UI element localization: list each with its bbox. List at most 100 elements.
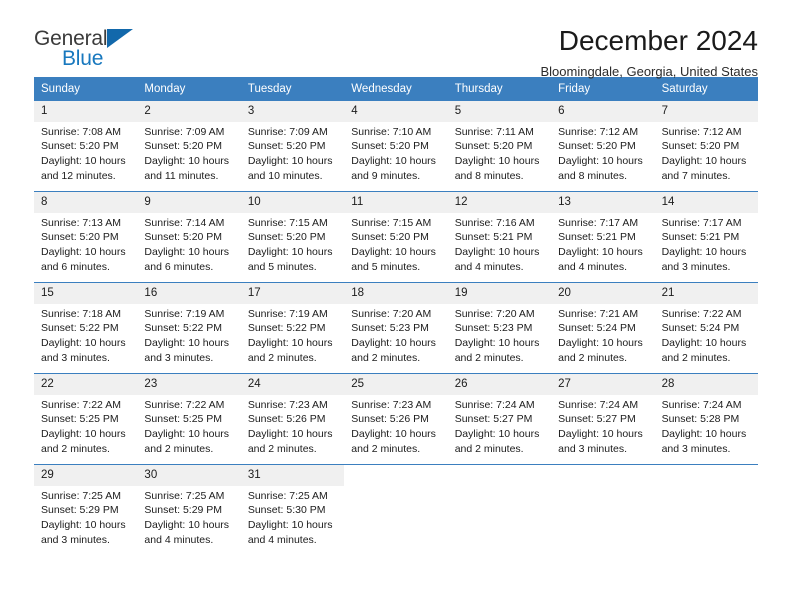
day-cell[interactable]: 26 Sunrise: 7:24 AM Sunset: 5:27 PM Dayligh… <box>447 374 552 464</box>
day-cell[interactable]: 15 Sunrise: 7:18 AM Sunset: 5:22 PM Dayligh… <box>34 283 138 373</box>
day-cell[interactable]: 19 Sunrise: 7:20 AM Sunset: 5:23 PM Dayligh… <box>447 283 552 373</box>
daylight-text: Daylight: 10 hours and 4 minutes. <box>558 245 643 273</box>
day-cell[interactable]: 27 Sunrise: 7:24 AM Sunset: 5:27 PM Dayligh… <box>551 374 655 464</box>
day-info: Sunrise: 7:10 AM Sunset: 5:20 PM Daylight:… <box>344 122 447 183</box>
title-block: December 2024 Bloomingdale, Georgia, Uni… <box>540 25 758 79</box>
day-info: Sunrise: 7:22 AM Sunset: 5:25 PM Daylight:… <box>34 395 137 456</box>
daylight-text: Daylight: 10 hours and 3 minutes. <box>558 427 643 455</box>
daylight-text: Daylight: 10 hours and 8 minutes. <box>454 154 540 182</box>
day-number: 31 <box>240 465 345 486</box>
day-cell[interactable]: 25 Sunrise: 7:23 AM Sunset: 5:26 PM Dayligh… <box>344 374 448 464</box>
sunset-text: Sunset: 5:24 PM <box>558 322 636 335</box>
daylight-text: Daylight: 10 hours and 3 minutes. <box>41 336 126 364</box>
day-cell[interactable]: 11 Sunrise: 7:15 AM Sunset: 5:20 PM Dayligh… <box>344 192 448 282</box>
day-number: 15 <box>34 283 138 304</box>
day-number: 24 <box>240 374 345 395</box>
day-cell[interactable]: 24 Sunrise: 7:23 AM Sunset: 5:26 PM Dayligh… <box>240 374 345 464</box>
day-info: Sunrise: 7:21 AM Sunset: 5:24 PM Daylight:… <box>551 304 654 365</box>
day-info: Sunrise: 7:08 AM Sunset: 5:20 PM Daylight:… <box>34 122 137 183</box>
day-cell[interactable]: 17 Sunrise: 7:19 AM Sunset: 5:22 PM Dayligh… <box>240 283 345 373</box>
day-cell[interactable]: 4 Sunrise: 7:10 AM Sunset: 5:20 PM Daylight… <box>344 101 448 191</box>
daylight-text: Daylight: 10 hours and 2 minutes. <box>247 336 333 364</box>
sunset-text: Sunset: 5:26 PM <box>247 413 326 426</box>
weekday-header-thursday: Thursday <box>454 83 503 95</box>
sunset-text: Sunset: 5:20 PM <box>247 231 326 244</box>
day-number: 16 <box>137 283 241 304</box>
calendar-page: General Blue December 2024 Bloomingdale,… <box>0 0 792 612</box>
sunset-text: Sunset: 5:22 PM <box>144 322 223 335</box>
calendar-body: 1 Sunrise: 7:08 AM Sunset: 5:20 PM Daylight… <box>34 101 758 555</box>
day-cell[interactable]: 7 Sunrise: 7:12 AM Sunset: 5:20 PM Daylight… <box>654 101 758 191</box>
daylight-text: Daylight: 10 hours and 3 minutes. <box>41 518 126 546</box>
day-info: Sunrise: 7:14 AM Sunset: 5:20 PM Daylight:… <box>137 213 240 274</box>
day-cell[interactable]: 3 Sunrise: 7:09 AM Sunset: 5:20 PM Daylight… <box>240 101 345 191</box>
daylight-text: Daylight: 10 hours and 7 minutes. <box>661 154 747 182</box>
day-cell[interactable]: 31 Sunrise: 7:25 AM Sunset: 5:30 PM Dayligh… <box>240 465 345 555</box>
day-cell[interactable]: 29 Sunrise: 7:25 AM Sunset: 5:29 PM Dayligh… <box>34 465 138 555</box>
day-cell[interactable]: 22 Sunrise: 7:22 AM Sunset: 5:25 PM Dayligh… <box>34 374 138 464</box>
sunrise-text: Sunrise: 7:25 AM <box>41 489 121 502</box>
day-cell-empty <box>655 465 758 555</box>
day-number: 7 <box>654 101 758 122</box>
sunrise-text: Sunrise: 7:24 AM <box>454 398 535 411</box>
general-blue-logo[interactable]: General Blue <box>34 26 144 72</box>
daylight-text: Daylight: 10 hours and 2 minutes. <box>247 427 333 455</box>
day-info: Sunrise: 7:16 AM Sunset: 5:21 PM Daylight:… <box>448 213 551 274</box>
day-cell[interactable]: 30 Sunrise: 7:25 AM Sunset: 5:29 PM Dayligh… <box>137 465 241 555</box>
day-cell[interactable]: 14 Sunrise: 7:17 AM Sunset: 5:21 PM Dayligh… <box>654 192 758 282</box>
daylight-text: Daylight: 10 hours and 2 minutes. <box>661 336 747 364</box>
weekday-header-wednesday: Wednesday <box>351 83 412 95</box>
day-cell[interactable]: 23 Sunrise: 7:22 AM Sunset: 5:25 PM Dayligh… <box>137 374 241 464</box>
day-cell[interactable]: 18 Sunrise: 7:20 AM Sunset: 5:23 PM Dayligh… <box>344 283 448 373</box>
day-cell[interactable]: 5 Sunrise: 7:11 AM Sunset: 5:20 PM Daylight… <box>447 101 552 191</box>
day-cell[interactable]: 6 Sunrise: 7:12 AM Sunset: 5:20 PM Daylight… <box>551 101 655 191</box>
day-info: Sunrise: 7:09 AM Sunset: 5:20 PM Daylight:… <box>241 122 344 183</box>
day-cell[interactable]: 16 Sunrise: 7:19 AM Sunset: 5:22 PM Dayligh… <box>137 283 241 373</box>
day-info: Sunrise: 7:09 AM Sunset: 5:20 PM Daylight:… <box>137 122 240 183</box>
logo-text-general: General <box>34 27 108 50</box>
sunrise-text: Sunrise: 7:16 AM <box>454 216 535 229</box>
sunset-text: Sunset: 5:27 PM <box>558 413 636 426</box>
day-cell[interactable]: 8 Sunrise: 7:13 AM Sunset: 5:20 PM Daylight… <box>34 192 138 282</box>
day-info: Sunrise: 7:25 AM Sunset: 5:30 PM Daylight:… <box>241 486 344 547</box>
sunset-text: Sunset: 5:21 PM <box>454 231 533 244</box>
day-cell[interactable]: 2 Sunrise: 7:09 AM Sunset: 5:20 PM Daylight… <box>137 101 241 191</box>
sunrise-text: Sunrise: 7:15 AM <box>247 216 328 229</box>
day-cell[interactable]: 21 Sunrise: 7:22 AM Sunset: 5:24 PM Dayligh… <box>654 283 758 373</box>
day-info: Sunrise: 7:13 AM Sunset: 5:20 PM Daylight:… <box>34 213 137 274</box>
weekday-header-tuesday: Tuesday <box>247 83 292 95</box>
daylight-text: Daylight: 10 hours and 12 minutes. <box>41 154 126 182</box>
day-cell[interactable]: 13 Sunrise: 7:17 AM Sunset: 5:21 PM Dayligh… <box>551 192 655 282</box>
page-header: General Blue December 2024 Bloomingdale,… <box>34 0 758 79</box>
day-info: Sunrise: 7:23 AM Sunset: 5:26 PM Daylight:… <box>241 395 344 456</box>
sunset-text: Sunset: 5:20 PM <box>661 140 740 153</box>
day-info: Sunrise: 7:19 AM Sunset: 5:22 PM Daylight:… <box>241 304 344 365</box>
day-cell[interactable]: 9 Sunrise: 7:14 AM Sunset: 5:20 PM Daylight… <box>137 192 241 282</box>
day-cell-empty <box>448 465 551 555</box>
day-info: Sunrise: 7:25 AM Sunset: 5:29 PM Daylight:… <box>34 486 137 547</box>
sunrise-text: Sunrise: 7:17 AM <box>661 216 742 229</box>
day-number: 5 <box>447 101 552 122</box>
daylight-text: Daylight: 10 hours and 3 minutes. <box>144 336 230 364</box>
sunset-text: Sunset: 5:20 PM <box>144 231 223 244</box>
sunset-text: Sunset: 5:22 PM <box>247 322 326 335</box>
day-cell[interactable]: 10 Sunrise: 7:15 AM Sunset: 5:20 PM Dayligh… <box>240 192 345 282</box>
day-cell[interactable]: 20 Sunrise: 7:21 AM Sunset: 5:24 PM Dayligh… <box>551 283 655 373</box>
daylight-text: Daylight: 10 hours and 6 minutes. <box>41 245 126 273</box>
sunrise-text: Sunrise: 7:12 AM <box>661 125 742 138</box>
sunset-text: Sunset: 5:20 PM <box>351 231 429 244</box>
day-info: Sunrise: 7:12 AM Sunset: 5:20 PM Daylight:… <box>551 122 654 183</box>
daylight-text: Daylight: 10 hours and 2 minutes. <box>41 427 126 455</box>
day-info: Sunrise: 7:15 AM Sunset: 5:20 PM Daylight:… <box>344 213 447 274</box>
sunrise-text: Sunrise: 7:19 AM <box>247 307 328 320</box>
weekday-header-monday: Monday <box>144 83 186 95</box>
day-cell[interactable]: 12 Sunrise: 7:16 AM Sunset: 5:21 PM Dayligh… <box>447 192 552 282</box>
sunrise-text: Sunrise: 7:11 AM <box>454 125 534 138</box>
day-cell[interactable]: 28 Sunrise: 7:24 AM Sunset: 5:28 PM Dayligh… <box>654 374 758 464</box>
calendar-grid: Sunday Monday Tuesday Wednesday Thursday Frid… <box>34 77 758 555</box>
week-row: 1 Sunrise: 7:08 AM Sunset: 5:20 PM Daylight… <box>34 101 758 191</box>
sunset-text: Sunset: 5:22 PM <box>41 322 119 335</box>
day-cell[interactable]: 1 Sunrise: 7:08 AM Sunset: 5:20 PM Daylight… <box>34 101 138 191</box>
day-cell-empty <box>551 465 654 555</box>
sunset-text: Sunset: 5:20 PM <box>41 140 119 153</box>
